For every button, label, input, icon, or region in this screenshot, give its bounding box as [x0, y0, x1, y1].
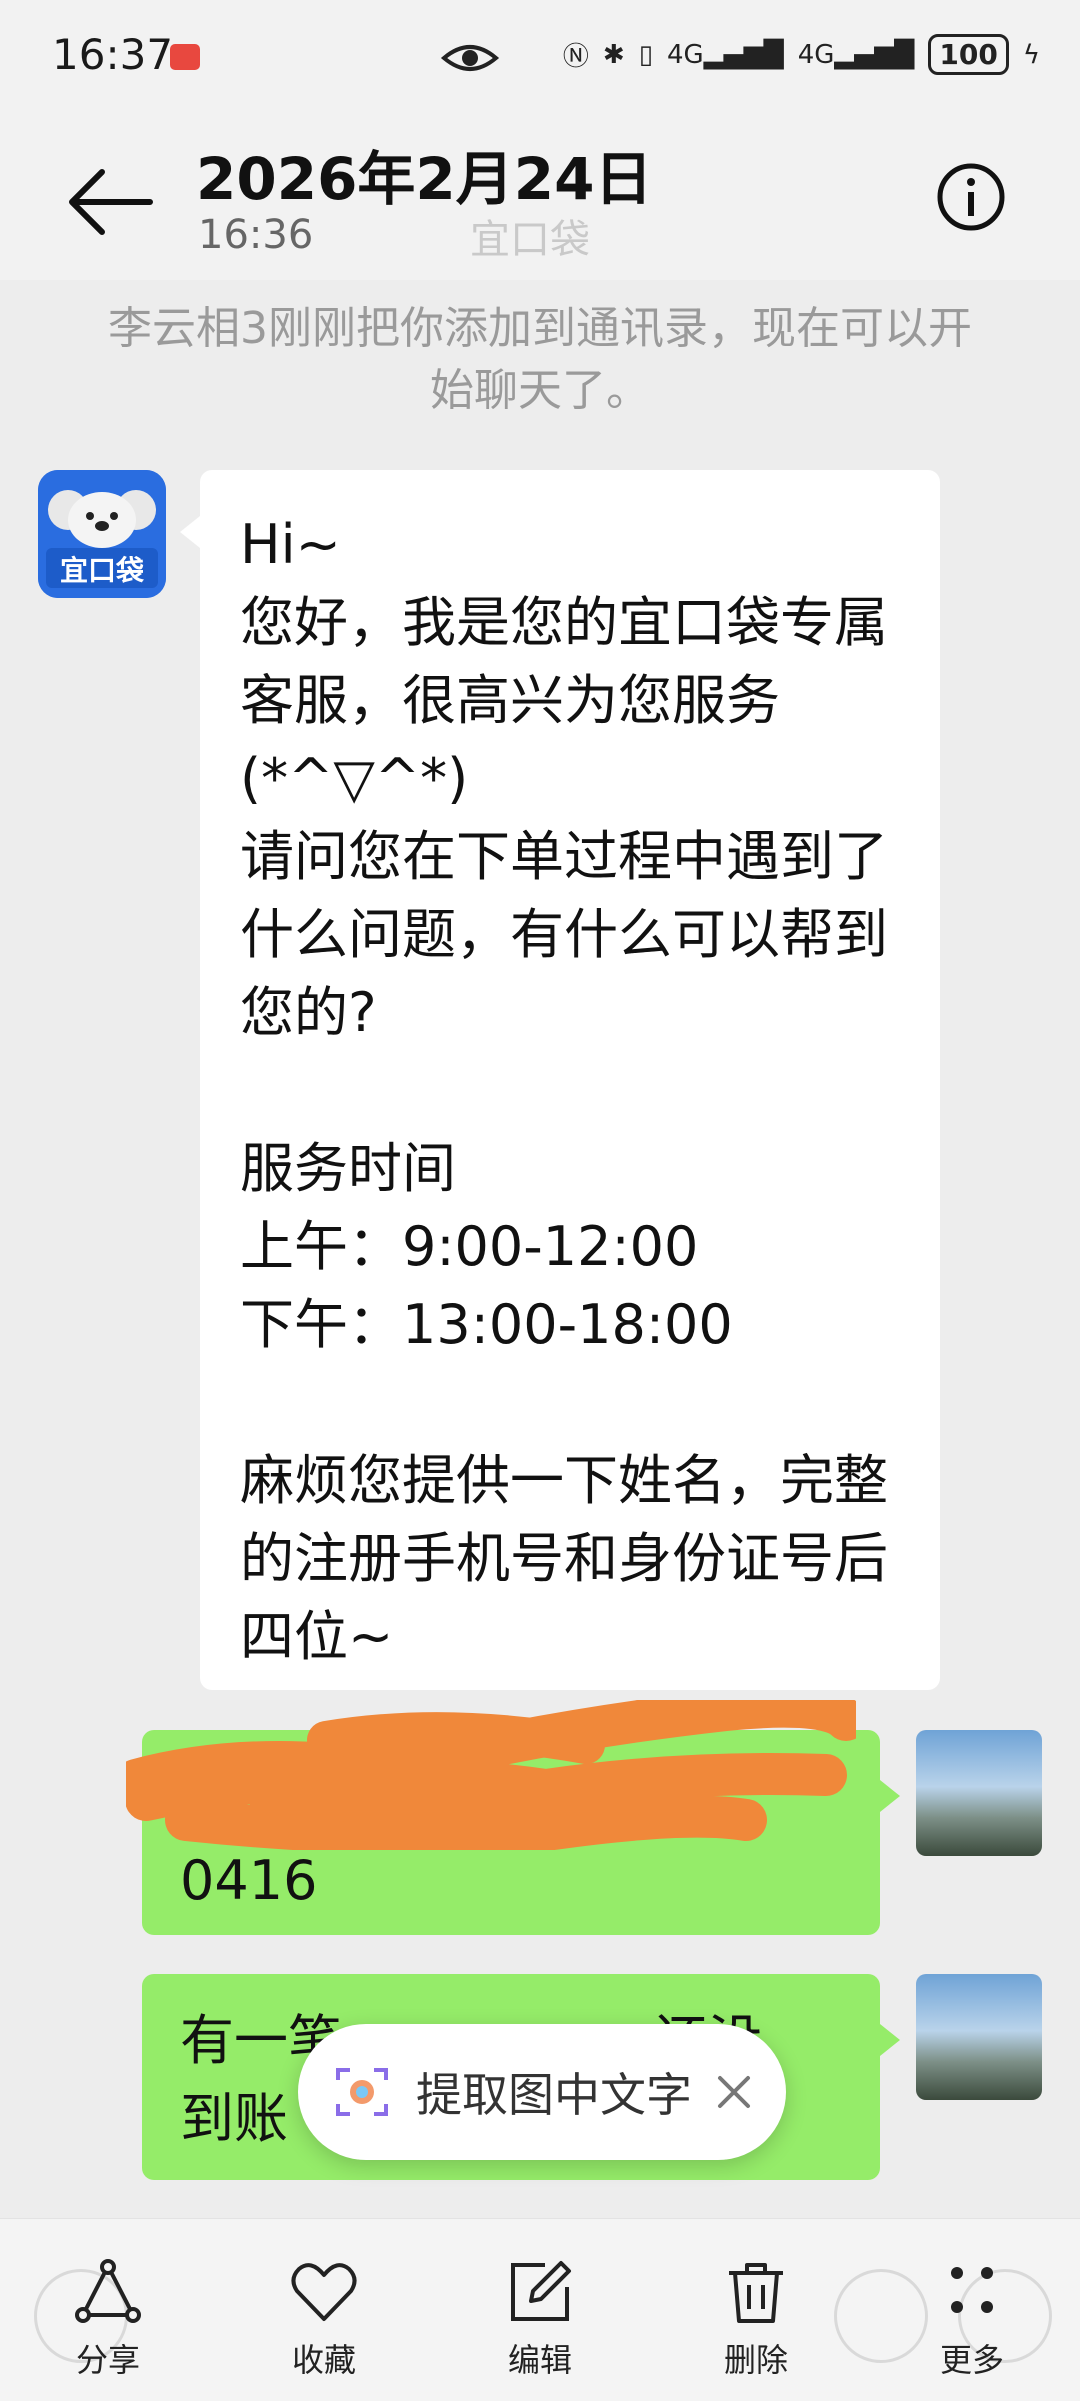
vibrate-icon: ▯ — [638, 39, 654, 70]
share-button[interactable]: 分享 — [48, 2257, 168, 2381]
back-arrow-icon[interactable] — [60, 152, 160, 252]
agent-avatar-label: 宜口袋 — [60, 554, 145, 587]
app-bar: 宜口袋 2026年2月24日 16:36 — [0, 112, 1080, 280]
signal-2-icon: 4G▂▄▆█ — [797, 39, 915, 70]
share-icon — [75, 2259, 141, 2323]
battery-icon: 100 — [928, 34, 1009, 75]
bluetooth-icon: ✱ — [602, 39, 625, 70]
page-subtitle-time: 16:36 — [198, 212, 314, 258]
status-icons: Ⓝ ✱ ▯ 4G▂▄▆█ 4G▂▄▆█ 100 ϟ — [563, 34, 1040, 75]
nfc-icon: Ⓝ — [562, 42, 589, 72]
close-icon[interactable] — [714, 2072, 754, 2112]
charging-icon: ϟ — [1022, 39, 1040, 70]
page-title: 2026年2月24日 — [196, 145, 653, 213]
more-dots-icon — [951, 2267, 993, 2313]
agent-message-bubble[interactable]: Hi~ 您好，我是您的宜口袋专属客服，很高兴为您服务(*^▽^*) 请问您在下单… — [180, 470, 940, 1690]
favorite-button[interactable]: 收藏 — [264, 2257, 384, 2381]
extract-text-popup[interactable]: 提取图中文字 — [298, 2024, 786, 2160]
signal-1-icon: 4G▂▄▆█ — [667, 39, 784, 70]
edit-button[interactable]: 编辑 — [480, 2257, 600, 2381]
extract-text-label: 提取图中文字 — [416, 2068, 692, 2122]
koala-logo-icon: 宜口袋 — [38, 470, 166, 598]
info-icon[interactable] — [936, 162, 1006, 232]
more-label: 更多 — [939, 2341, 1004, 2379]
my-message-text: 0416 — [180, 1849, 318, 1912]
edit-icon — [511, 2261, 571, 2321]
redaction-scribble — [126, 1700, 856, 1850]
more-button[interactable]: 更多 — [912, 2257, 1032, 2381]
status-time: 16:37 — [52, 30, 174, 79]
edit-label: 编辑 — [507, 2341, 572, 2379]
system-notice: 李云相3刚刚把你添加到通讯录，现在可以开始聊天了。 — [108, 303, 972, 416]
eye-comfort-icon — [440, 45, 500, 71]
heart-icon — [291, 2263, 357, 2321]
delete-button[interactable]: 删除 — [696, 2257, 816, 2381]
trash-icon — [729, 2263, 783, 2323]
bottom-action-bar: 分享 收藏 编辑 删除 更多 — [0, 2218, 1080, 2401]
my-avatar[interactable] — [916, 1974, 1042, 2100]
status-bar: 16:37 Ⓝ ✱ ▯ 4G▂▄▆█ 4G▂▄▆█ 100 ϟ — [0, 0, 1080, 112]
delete-label: 删除 — [723, 2341, 788, 2379]
favorite-label: 收藏 — [291, 2341, 356, 2379]
my-avatar[interactable] — [916, 1730, 1042, 1856]
agent-avatar[interactable]: 宜口袋 — [38, 470, 166, 598]
scan-text-icon — [336, 2068, 388, 2116]
share-label: 分享 — [75, 2341, 140, 2379]
app-notification-icon — [170, 44, 200, 70]
